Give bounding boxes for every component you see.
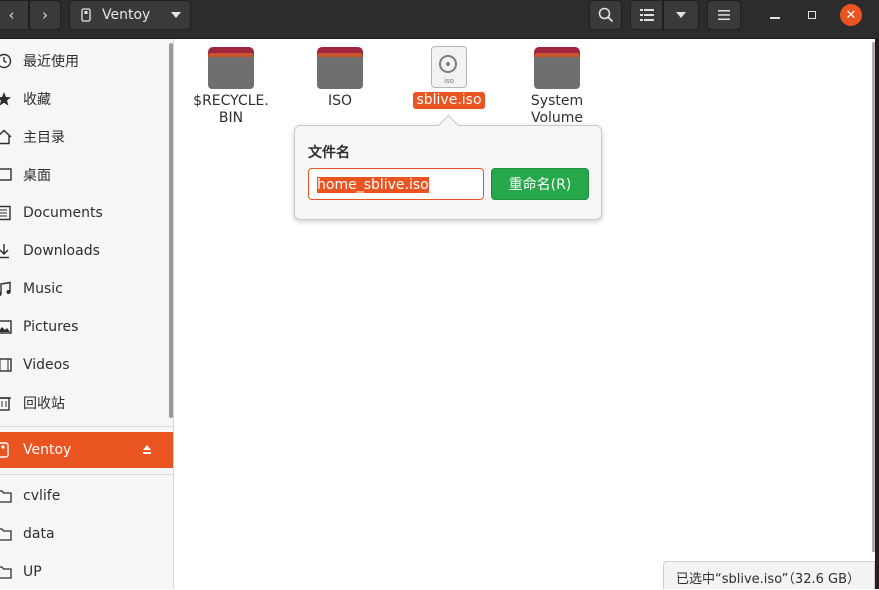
- folder-icon: [208, 47, 254, 89]
- list-view-button[interactable]: [630, 0, 663, 30]
- file-name-selected: sblive.iso: [413, 92, 485, 109]
- search-button[interactable]: [589, 0, 622, 30]
- sidebar-item-label: Documents: [23, 205, 103, 221]
- usb-drive-icon: [0, 442, 14, 458]
- file-view-scrollbar[interactable]: [872, 42, 875, 552]
- maximize-button[interactable]: [801, 4, 823, 26]
- sidebar-item-label: cvlife: [23, 488, 61, 504]
- sidebar-item-videos[interactable]: Videos: [0, 347, 173, 383]
- rename-button[interactable]: 重命名(R): [491, 168, 589, 200]
- sidebar-item-label: Pictures: [23, 319, 79, 335]
- file-name: Volume: [530, 110, 584, 126]
- search-icon: [598, 7, 613, 23]
- music-icon: [0, 281, 14, 297]
- location-label: Ventoy: [102, 7, 151, 23]
- close-button[interactable]: ✕: [840, 4, 862, 26]
- clock-icon: [0, 53, 14, 69]
- sidebar-item-label: Downloads: [23, 243, 100, 259]
- sidebar-item-label: 桌面: [23, 168, 51, 184]
- sidebar-item-downloads[interactable]: Downloads: [0, 233, 173, 269]
- folder-icon: [0, 565, 14, 579]
- sidebar-item-label: data: [23, 526, 55, 542]
- chevron-right-icon: ›: [42, 6, 48, 24]
- document-icon: [0, 205, 14, 221]
- file-item-iso-folder[interactable]: ISO: [295, 47, 385, 110]
- file-type-label: iso: [444, 77, 454, 85]
- file-name: ISO: [327, 93, 353, 109]
- minimize-button[interactable]: [764, 4, 786, 26]
- file-item-sblive-iso[interactable]: iso sblive.iso: [404, 46, 494, 109]
- home-icon: [0, 129, 14, 145]
- download-icon: [0, 243, 14, 259]
- minimize-icon: [770, 17, 780, 19]
- hamburger-icon: [718, 10, 730, 20]
- sidebar-item-up[interactable]: UP: [0, 554, 173, 590]
- sidebar-separator: [0, 426, 173, 427]
- status-bar: 已选中“sblive.iso”（32.6 GB）: [663, 561, 875, 589]
- disc-image-icon: iso: [431, 46, 467, 88]
- sidebar-item-starred[interactable]: 收藏: [0, 81, 173, 117]
- forward-button[interactable]: ›: [29, 0, 61, 30]
- sidebar-item-recent[interactable]: 最近使用: [0, 43, 173, 79]
- file-item-system-volume[interactable]: System Volume: [512, 47, 602, 127]
- sidebar-item-label: Ventoy: [23, 442, 72, 458]
- chevron-down-icon: [676, 12, 686, 18]
- file-item-recycle-bin[interactable]: $RECYCLE. BIN: [186, 47, 276, 127]
- sidebar-item-ventoy[interactable]: Ventoy: [0, 432, 173, 468]
- file-name: System: [530, 93, 584, 109]
- file-name: BIN: [218, 110, 244, 126]
- eject-icon[interactable]: [143, 445, 151, 454]
- sidebar-separator: [0, 474, 173, 475]
- sidebar-item-documents[interactable]: Documents: [0, 195, 173, 231]
- folder-icon: [0, 527, 14, 541]
- file-name: $RECYCLE.: [193, 93, 269, 109]
- star-icon: [0, 91, 14, 107]
- sidebar-item-trash[interactable]: 回收站: [0, 385, 173, 421]
- view-options-button[interactable]: [663, 0, 699, 30]
- location-button[interactable]: Ventoy: [69, 0, 191, 30]
- sidebar-item-pictures[interactable]: Pictures: [0, 309, 173, 345]
- rename-title: 文件名: [308, 145, 350, 161]
- desktop-icon: [0, 167, 14, 183]
- sidebar-item-label: 主目录: [23, 130, 65, 146]
- maximize-icon: [808, 11, 816, 19]
- picture-icon: [0, 319, 14, 335]
- sidebar-item-home[interactable]: 主目录: [0, 119, 173, 155]
- rename-input[interactable]: home_sblive.iso: [308, 168, 484, 200]
- sidebar-item-label: Music: [23, 281, 63, 297]
- sidebar-item-cvlife[interactable]: cvlife: [0, 478, 173, 514]
- sidebar-item-label: UP: [23, 564, 42, 580]
- sidebar: 最近使用 收藏 主目录 桌面 Documents Downloads Music…: [0, 39, 174, 589]
- rename-popover: 文件名 home_sblive.iso 重命名(R): [294, 114, 602, 220]
- sidebar-item-label: 回收站: [23, 396, 65, 412]
- sidebar-item-music[interactable]: Music: [0, 271, 173, 307]
- video-icon: [0, 357, 14, 373]
- sidebar-item-label: 最近使用: [23, 54, 79, 70]
- usb-drive-icon: [81, 8, 91, 22]
- close-icon: ✕: [845, 7, 857, 23]
- folder-icon: [317, 47, 363, 89]
- sidebar-item-data[interactable]: data: [0, 516, 173, 552]
- menu-button[interactable]: [707, 0, 741, 30]
- sidebar-item-desktop[interactable]: 桌面: [0, 157, 173, 193]
- folder-icon: [534, 47, 580, 89]
- header-bar: ‹ › Ventoy ✕: [0, 0, 879, 39]
- list-icon: [639, 9, 654, 21]
- trash-icon: [0, 395, 14, 411]
- sidebar-item-label: Videos: [23, 357, 70, 373]
- sidebar-item-label: 收藏: [23, 92, 51, 108]
- back-button[interactable]: ‹: [0, 0, 29, 30]
- window-edge: [875, 39, 879, 589]
- chevron-left-icon: ‹: [8, 6, 15, 24]
- chevron-down-icon: [171, 12, 181, 18]
- folder-icon: [0, 489, 14, 503]
- rename-input-value: home_sblive.iso: [317, 177, 429, 193]
